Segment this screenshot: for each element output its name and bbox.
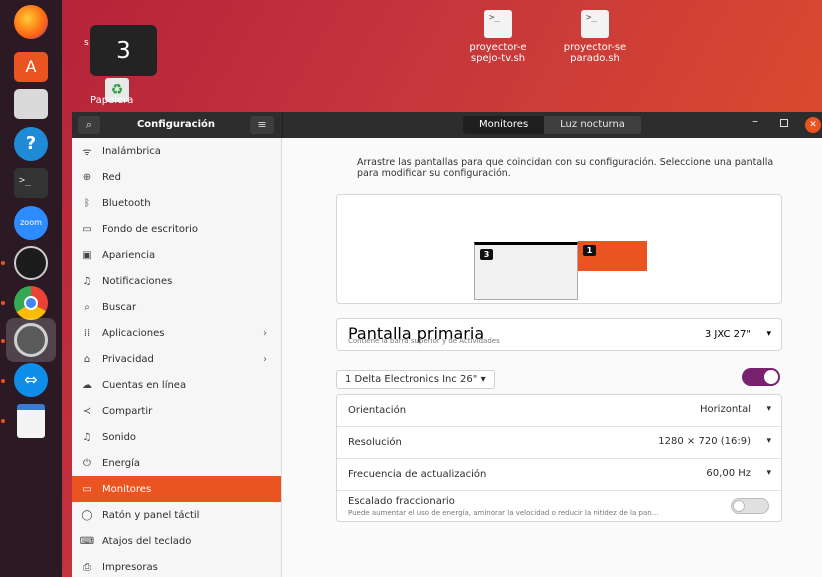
- dock: A ? >_ zoom ⇔: [0, 0, 62, 577]
- keyboard-icon: ⌨: [79, 535, 95, 547]
- sidebar-item-raton[interactable]: ◯ Ratón y panel táctil: [72, 502, 281, 528]
- text-editor-icon[interactable]: [8, 401, 54, 441]
- primary-sub: Contiene la barra superior y de Activida…: [348, 337, 500, 345]
- sidebar-item-fondo[interactable]: ▭ Fondo de escritorio: [72, 216, 281, 242]
- fractional-scaling-switch[interactable]: [731, 498, 769, 514]
- desktop-file-espejo[interactable]: >_ proyector-espejo-tv.sh: [458, 10, 538, 64]
- power-icon: ⏻: [83, 457, 91, 469]
- display-settings-panel: Orientación Horizontal ▾ Resolución 1280…: [336, 394, 782, 522]
- sidebar-item-apariencia[interactable]: ▣ Apariencia: [72, 242, 281, 268]
- chevron-right-icon: ›: [263, 353, 267, 365]
- background-icon: ▭: [82, 223, 92, 235]
- script-file-icon: >_: [581, 10, 609, 38]
- desktop-file-label: proyector-separado.sh: [563, 42, 627, 64]
- desktop-icon-label-fragment: s: [84, 38, 89, 48]
- files-icon[interactable]: [8, 84, 54, 124]
- primary-display-panel[interactable]: Pantalla primaria Contiene la barra supe…: [336, 318, 782, 351]
- zoom-icon[interactable]: zoom: [8, 203, 54, 243]
- apps-icon: ⁞⁞: [83, 327, 91, 339]
- monitor-1-tile[interactable]: 1: [578, 241, 647, 271]
- sidebar-item-inalambrica[interactable]: ᯤ Inalámbrica: [72, 138, 281, 164]
- privacy-icon: ⌂: [83, 353, 91, 365]
- tab-luz-nocturna[interactable]: Luz nocturna: [544, 116, 641, 134]
- minimize-button[interactable]: –: [752, 114, 758, 128]
- cloud-icon: ☁: [82, 379, 92, 391]
- sidebar-item-compartir[interactable]: ≺ Compartir: [72, 398, 281, 424]
- monitor-3-tile[interactable]: 3: [474, 242, 578, 300]
- share-icon: ≺: [82, 405, 92, 417]
- tab-bar: Monitores Luz nocturna: [463, 116, 641, 134]
- settings-icon[interactable]: [8, 320, 54, 360]
- monitor-badge: 3: [480, 249, 493, 260]
- close-button[interactable]: ✕: [805, 117, 821, 133]
- sidebar-item-cuentas[interactable]: ☁ Cuentas en línea: [72, 372, 281, 398]
- chevron-down-icon: ▾: [480, 374, 486, 385]
- trash-label: Papelera: [90, 95, 134, 106]
- sidebar-item-notificaciones[interactable]: ♫ Notificaciones: [72, 268, 281, 294]
- sidebar-item-impresoras[interactable]: ⎙ Impresoras: [72, 554, 281, 577]
- software-icon[interactable]: A: [8, 47, 54, 87]
- bluetooth-icon: ᛒ: [84, 197, 90, 209]
- wifi-icon: ᯤ: [82, 147, 92, 158]
- resolution-row[interactable]: Resolución 1280 × 720 (16:9) ▾: [337, 427, 781, 458]
- hamburger-icon: ≡: [257, 118, 267, 131]
- help-icon[interactable]: ?: [8, 124, 54, 164]
- network-icon: ⊕: [82, 171, 92, 183]
- script-file-icon: >_: [484, 10, 512, 38]
- sidebar-item-bluetooth[interactable]: ᛒ Bluetooth: [72, 190, 281, 216]
- close-icon: ✕: [809, 120, 817, 130]
- monitor-settings-panel: Arrastre las pantallas para que coincida…: [282, 138, 822, 577]
- sidebar-item-privacidad[interactable]: ⌂ Privacidad ›: [72, 346, 281, 372]
- sidebar-item-aplicaciones[interactable]: ⁞⁞ Aplicaciones ›: [72, 320, 281, 346]
- sidebar: ᯤ Inalámbrica ⊕ Red ᛒ Bluetooth ▭ Fondo de e…: [72, 138, 282, 577]
- maximize-button[interactable]: [780, 119, 788, 127]
- chevron-right-icon: ›: [263, 327, 267, 339]
- app-title: Configuración: [136, 119, 216, 130]
- display-icon: ▭: [82, 483, 92, 495]
- search-button[interactable]: ⌕: [78, 116, 100, 134]
- arrange-hint: Arrastre las pantallas para que coincida…: [357, 157, 774, 179]
- search-icon: ⌕: [84, 301, 90, 313]
- chevron-down-icon: ▾: [766, 404, 771, 414]
- appearance-icon: ▣: [82, 249, 92, 261]
- monitor-select[interactable]: 1 Delta Electronics Inc 26" ▾: [336, 370, 495, 389]
- sidebar-item-buscar[interactable]: ⌕ Buscar: [72, 294, 281, 320]
- tab-monitores[interactable]: Monitores: [463, 116, 545, 134]
- bell-icon: ♫: [82, 275, 92, 287]
- primary-value: 3 JXC 27": [704, 329, 751, 340]
- terminal-icon[interactable]: >_: [8, 163, 54, 203]
- sidebar-item-sonido[interactable]: ♫ Sonido: [72, 424, 281, 450]
- settings-window: ⌕ Configuración ≡ Monitores Luz nocturna…: [72, 112, 822, 577]
- music-icon: ♫: [82, 431, 92, 443]
- firefox-icon[interactable]: [8, 2, 54, 42]
- titlebar: ⌕ Configuración ≡ Monitores Luz nocturna…: [72, 112, 822, 138]
- orientation-row[interactable]: Orientación Horizontal ▾: [337, 395, 781, 426]
- monitor-badge: 1: [583, 245, 596, 256]
- sidebar-item-red[interactable]: ⊕ Red: [72, 164, 281, 190]
- search-icon: ⌕: [85, 118, 93, 131]
- chevron-down-icon: ▾: [766, 468, 771, 478]
- monitor-identifier-osd: 3: [90, 25, 157, 76]
- desktop-file-label: proyector-espejo-tv.sh: [469, 42, 527, 64]
- chrome-icon[interactable]: [8, 283, 54, 323]
- monitor-enable-switch[interactable]: [742, 368, 780, 386]
- monitor-arrangement: 3 1: [336, 194, 782, 304]
- menu-button[interactable]: ≡: [250, 116, 274, 134]
- sidebar-item-energia[interactable]: ⏻ Energía: [72, 450, 281, 476]
- sidebar-item-monitores[interactable]: ▭ Monitores: [72, 476, 281, 502]
- sidebar-item-atajos[interactable]: ⌨ Atajos del teclado: [72, 528, 281, 554]
- chevron-down-icon: ▾: [766, 329, 771, 339]
- teamviewer-icon[interactable]: ⇔: [8, 360, 54, 400]
- desktop-file-separado[interactable]: >_ proyector-separado.sh: [555, 10, 635, 64]
- printer-icon: ⎙: [83, 561, 91, 573]
- obs-icon[interactable]: [8, 243, 54, 283]
- mouse-icon: ◯: [81, 509, 93, 521]
- chevron-down-icon: ▾: [766, 436, 771, 446]
- fractional-scaling-row: Escalado fraccionario Puede aumentar el …: [337, 491, 781, 522]
- refresh-rate-row[interactable]: Frecuencia de actualización 60,00 Hz ▾: [337, 459, 781, 490]
